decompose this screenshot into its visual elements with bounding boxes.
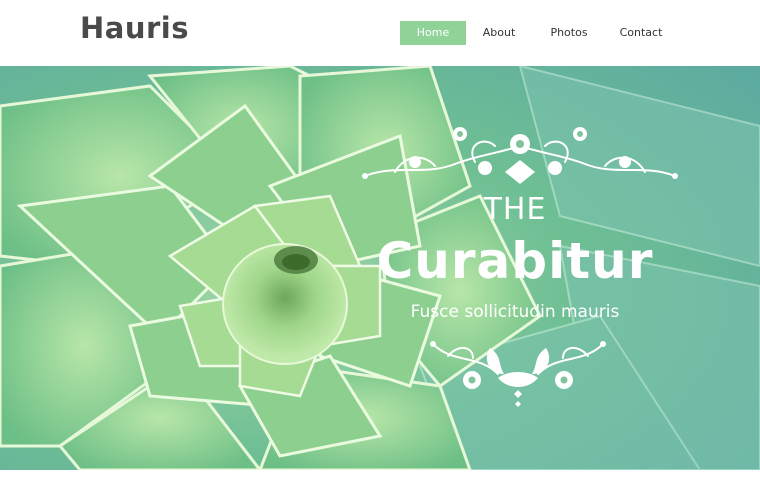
hero-banner: THE Curabitur Fusce sollicitudin mauris	[0, 66, 760, 470]
floral-ornament-bottom-icon	[430, 341, 606, 407]
nav-photos[interactable]: Photos	[536, 21, 602, 45]
hero-headline: Curabitur	[376, 232, 654, 290]
nav-contact[interactable]: Contact	[608, 21, 674, 45]
nav-home[interactable]: Home	[400, 21, 466, 45]
site-header: Hauris Home About Photos Contact	[0, 0, 760, 66]
nav-about[interactable]: About	[466, 21, 532, 45]
hero-kicker: THE	[483, 192, 547, 227]
site-logo[interactable]: Hauris	[80, 11, 189, 45]
page-bottom-strip	[0, 470, 760, 490]
floral-ornament-top-icon	[362, 127, 678, 184]
hero-subline: Fusce sollicitudin mauris	[410, 302, 620, 322]
